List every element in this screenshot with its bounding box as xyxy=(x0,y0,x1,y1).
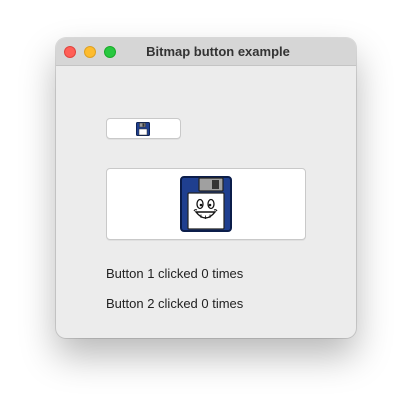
title-bar[interactable]: Bitmap button example xyxy=(56,38,356,66)
bitmap-button-2[interactable] xyxy=(106,168,306,240)
window-title: Bitmap button example xyxy=(146,44,290,59)
zoom-window-button[interactable] xyxy=(104,46,116,58)
minimize-window-button[interactable] xyxy=(84,46,96,58)
button-2-click-count-label: Button 2 clicked 0 times xyxy=(106,296,244,311)
button-1-click-count-label: Button 1 clicked 0 times xyxy=(106,266,244,281)
floppy-disk-icon xyxy=(136,122,150,136)
app-window: Bitmap button example Button 1 clicked 0… xyxy=(56,38,356,338)
smiling-floppy-disk-icon xyxy=(177,175,235,233)
bitmap-button-1[interactable] xyxy=(106,118,181,139)
close-window-button[interactable] xyxy=(64,46,76,58)
